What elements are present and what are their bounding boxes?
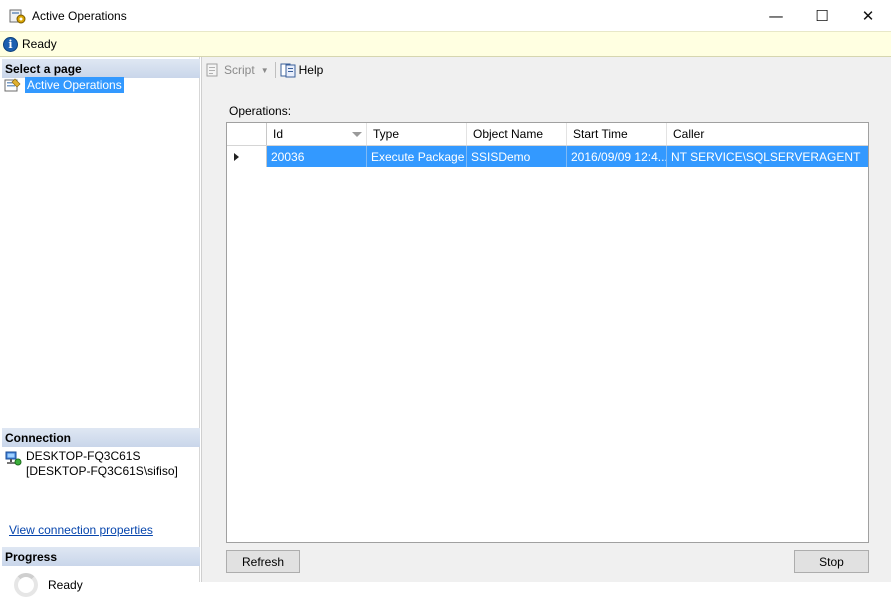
table-row[interactable]: 20036 Execute Package SSISDemo 2016/09/0…: [227, 146, 868, 167]
connection-server: DESKTOP-FQ3C61S: [26, 449, 141, 463]
connection-info: DESKTOP-FQ3C61S [DESKTOP-FQ3C61S\sifiso]: [5, 449, 178, 479]
toolbar-separator: [274, 62, 276, 78]
toolbar: Script ▼ Help: [202, 57, 891, 83]
cell-start-time[interactable]: 2016/09/09 12:4...: [567, 146, 667, 167]
row-selector[interactable]: [227, 146, 267, 167]
cell-type[interactable]: Execute Package: [367, 146, 467, 167]
connection-login: [DESKTOP-FQ3C61S\sifiso]: [26, 464, 178, 478]
column-header-label: Start Time: [573, 127, 628, 141]
progress-indicator: Ready: [14, 573, 83, 597]
column-header-object-name[interactable]: Object Name: [467, 123, 567, 145]
cell-id[interactable]: 20036: [267, 146, 367, 167]
column-header-label: Id: [273, 127, 284, 141]
column-header-id[interactable]: Id: [267, 123, 367, 145]
progress-header: Progress: [2, 547, 200, 566]
refresh-button[interactable]: Refresh: [226, 550, 300, 573]
row-header-corner: [227, 123, 267, 145]
stop-button[interactable]: Stop: [794, 550, 869, 573]
column-header-start-time[interactable]: Start Time: [567, 123, 667, 145]
maximize-button[interactable]: ☐: [799, 0, 845, 31]
window-controls: — ☐ ✕: [753, 0, 891, 31]
title-bar: Active Operations — ☐ ✕: [0, 0, 891, 31]
chevron-down-icon[interactable]: ▼: [261, 66, 269, 75]
select-page-header: Select a page: [2, 59, 200, 78]
page-item-label: Active Operations: [25, 77, 124, 93]
operations-label: Operations:: [229, 104, 292, 118]
grid-header: Id Type Object Name Start Time Caller: [227, 123, 868, 146]
script-button[interactable]: Script ▼: [205, 62, 269, 78]
minimize-button[interactable]: —: [753, 0, 799, 31]
sort-descending-icon: [352, 132, 362, 137]
column-header-type[interactable]: Type: [367, 123, 467, 145]
page-settings-icon: [4, 78, 21, 91]
view-connection-properties-link[interactable]: View connection properties: [9, 523, 153, 537]
info-icon: i: [3, 36, 18, 52]
column-header-label: Caller: [673, 127, 705, 141]
script-icon: [206, 63, 218, 77]
right-pane: Script ▼ Help Operations: Id Type Object…: [201, 57, 891, 582]
left-pane: Select a page Active Operations Connecti…: [0, 57, 200, 597]
connection-header: Connection: [2, 428, 200, 447]
current-row-icon: [234, 152, 239, 161]
column-header-caller[interactable]: Caller: [667, 123, 868, 145]
cell-object-name[interactable]: SSISDemo: [467, 146, 567, 167]
column-header-label: Object Name: [473, 127, 544, 141]
close-button[interactable]: ✕: [845, 0, 891, 31]
column-header-label: Type: [373, 127, 400, 141]
script-label: Script: [224, 63, 255, 77]
operations-grid[interactable]: Id Type Object Name Start Time Caller 20…: [226, 122, 869, 543]
window-title: Active Operations: [32, 8, 127, 23]
app-icon: [9, 9, 26, 23]
help-label: Help: [298, 63, 324, 77]
help-icon: [280, 63, 296, 78]
page-item-active-operations[interactable]: Active Operations: [4, 77, 124, 93]
status-bar: i Ready: [0, 31, 891, 57]
help-button[interactable]: Help: [280, 62, 324, 78]
server-connection-icon: [5, 451, 22, 466]
status-text: Ready: [22, 37, 57, 51]
cell-caller[interactable]: NT SERVICE\SQLSERVERAGENT: [667, 146, 868, 167]
progress-spinner-icon: [14, 573, 38, 597]
progress-status: Ready: [48, 578, 83, 592]
